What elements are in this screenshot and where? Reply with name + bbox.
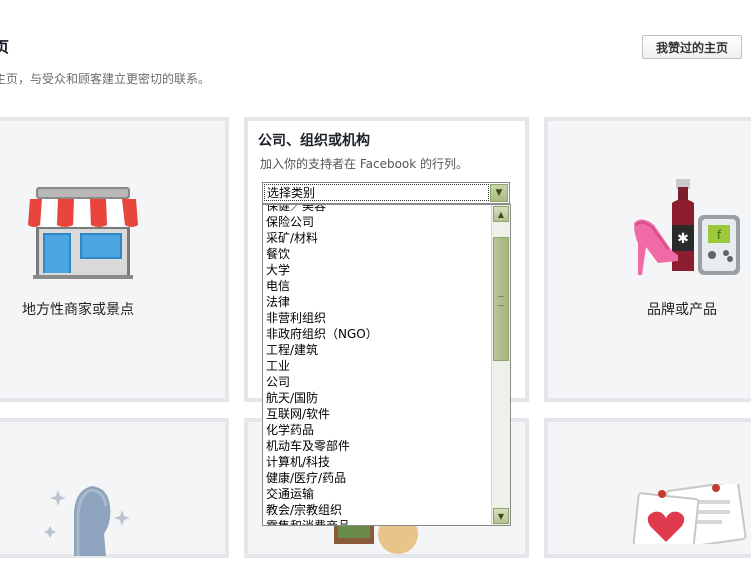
option-nonprofit[interactable]: 非营利组织 <box>266 310 326 326</box>
option-insurance[interactable]: 保险公司 <box>266 214 314 230</box>
artist-silhouette-icon <box>44 486 130 556</box>
chevron-down-icon[interactable]: ▼ <box>493 508 509 524</box>
option-industrial[interactable]: 工业 <box>266 358 290 374</box>
svg-text:✱: ✱ <box>677 231 689 247</box>
category-select-value: 选择类别 <box>264 184 489 201</box>
category-tile-artist[interactable] <box>0 418 229 558</box>
option-telecom[interactable]: 电信 <box>266 278 290 294</box>
liked-pages-button[interactable]: 我赞过的主页 <box>642 35 742 59</box>
scrollbar-thumb[interactable] <box>493 237 509 361</box>
category-tile-cause[interactable] <box>544 418 751 558</box>
page-subtitle: 主页，与受众和顾客建立更密切的联系。 <box>0 72 211 86</box>
category-label-local-business: 地方性商家或景点 <box>22 302 134 318</box>
option-internet-software[interactable]: 互联网/软件 <box>266 406 330 422</box>
category-dropdown-list[interactable]: 保健／美容 保险公司 采矿/材料 餐饮 大学 电信 法律 非营利组织 非政府组织… <box>262 204 511 526</box>
option-automotive[interactable]: 机动车及零部件 <box>266 438 350 454</box>
option-chemicals[interactable]: 化学药品 <box>266 422 314 438</box>
option-university[interactable]: 大学 <box>266 262 290 278</box>
chevron-down-icon[interactable]: ▼ <box>490 184 508 202</box>
option-computers[interactable]: 计算机/科技 <box>266 454 330 470</box>
page-title: 页 <box>0 38 10 56</box>
option-ngo[interactable]: 非政府组织（NGO） <box>266 326 378 342</box>
option-health-medical[interactable]: 健康/医疗/药品 <box>266 470 346 486</box>
storefront-icon <box>28 187 138 279</box>
option-transport[interactable]: 交通运输 <box>266 486 314 502</box>
option-legal[interactable]: 法律 <box>266 294 290 310</box>
option-engineering[interactable]: 工程/建筑 <box>266 342 318 358</box>
option-mining[interactable]: 采矿/材料 <box>266 230 318 246</box>
option-health-beauty[interactable]: 保健／美容 <box>266 205 326 214</box>
option-food[interactable]: 餐饮 <box>266 246 290 262</box>
category-select[interactable]: 选择类别 ▼ <box>262 182 510 204</box>
option-retail[interactable]: 零售和消费商品 <box>266 518 350 525</box>
company-form-title: 公司、组织或机构 <box>258 133 370 149</box>
category-tile-brand[interactable]: ✱ f 品牌或产品 <box>544 117 751 402</box>
chevron-up-icon[interactable]: ▲ <box>493 206 509 222</box>
heart-note-icon <box>632 484 747 544</box>
dropdown-scrollbar[interactable]: ▲ ▼ <box>491 205 510 525</box>
category-label-brand: 品牌或产品 <box>647 302 717 318</box>
company-form-description: 加入你的支持者在 Facebook 的行列。 <box>260 157 469 171</box>
option-church[interactable]: 教会/宗教组织 <box>266 502 342 518</box>
grip-icon <box>498 296 504 306</box>
brand-products-icon: ✱ f <box>634 179 740 275</box>
option-company[interactable]: 公司 <box>266 374 290 390</box>
option-aerospace[interactable]: 航天/国防 <box>266 390 318 406</box>
category-tile-local-business[interactable]: 地方性商家或景点 <box>0 117 229 402</box>
